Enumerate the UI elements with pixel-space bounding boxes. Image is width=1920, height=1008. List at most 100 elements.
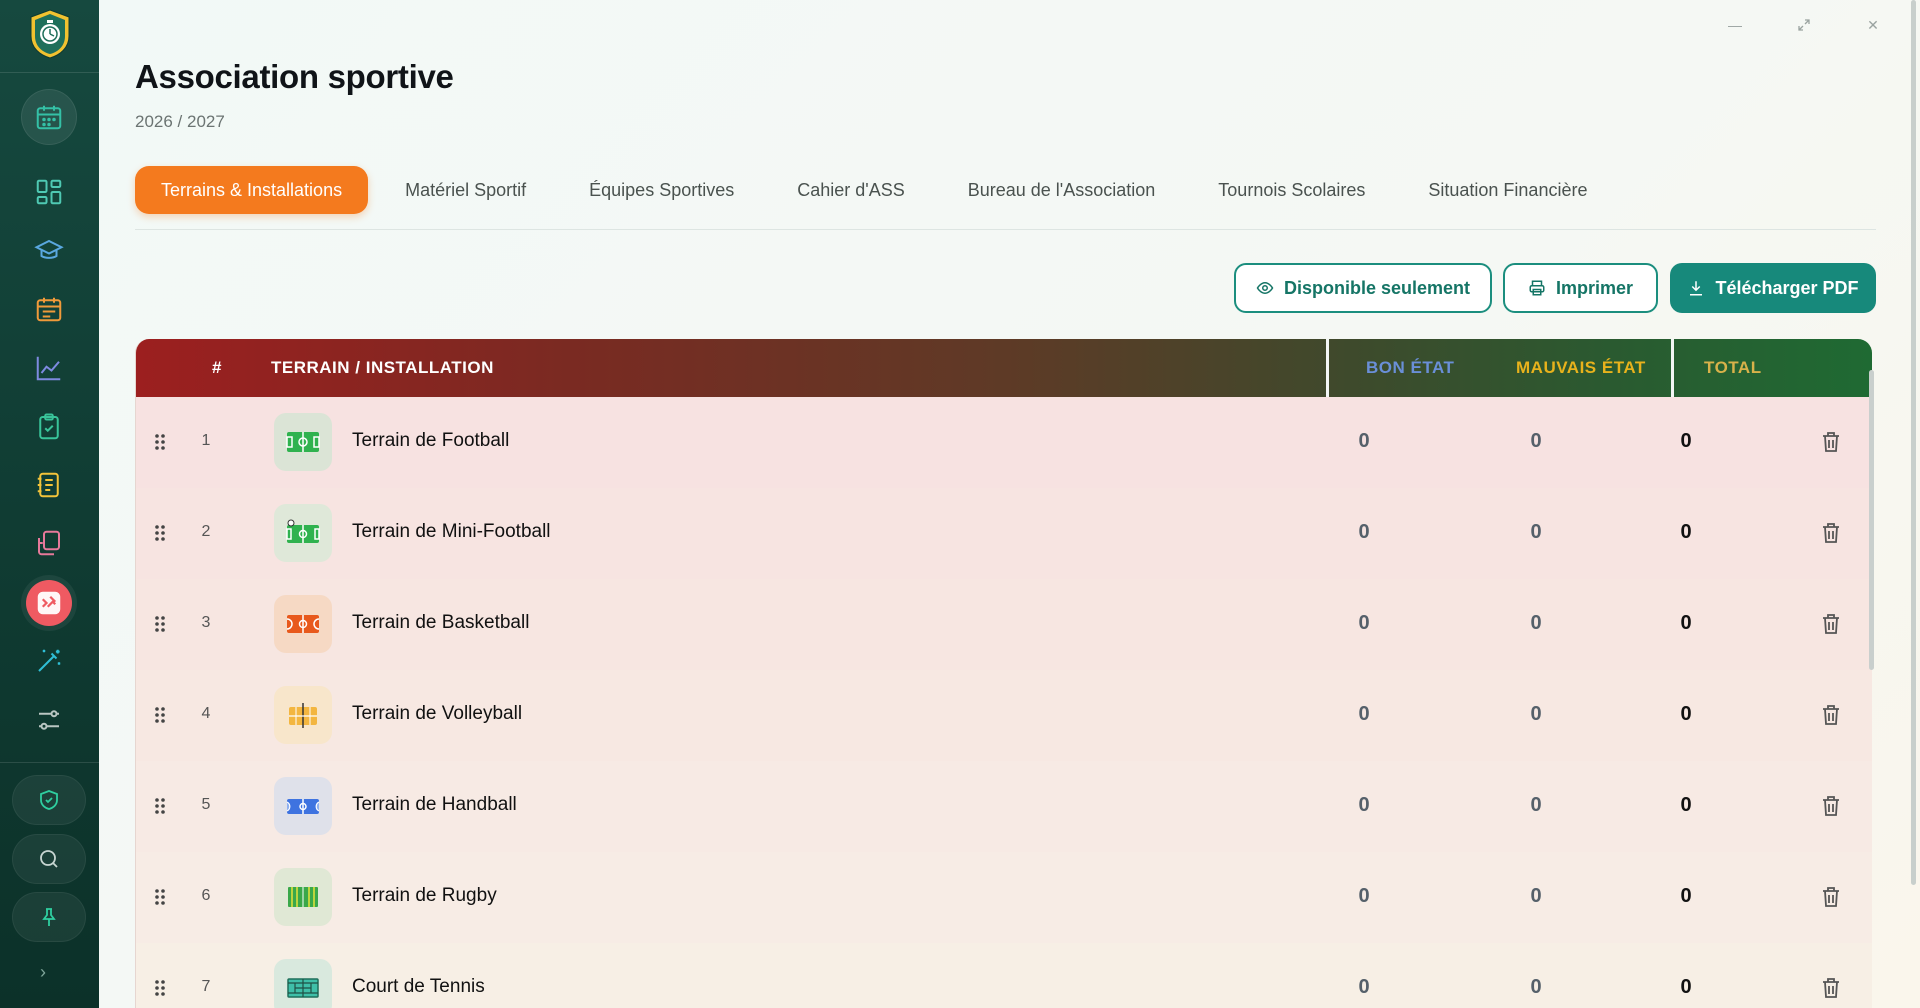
tab-terrains[interactable]: Terrains & Installations xyxy=(135,166,369,214)
drag-handle-icon[interactable] xyxy=(153,614,167,634)
col-num: # xyxy=(212,358,222,377)
mini-football-field-icon xyxy=(286,519,320,543)
trash-icon[interactable] xyxy=(1820,612,1842,636)
table-row: 1 Terrain de Football 0 0 0 xyxy=(136,397,1872,489)
table-row: 3 Terrain de Basketball 0 0 0 xyxy=(136,579,1872,671)
table-row: 2 Terrain de Mini-Football 0 0 0 xyxy=(136,488,1872,580)
volleyball-court-icon xyxy=(289,703,317,728)
trash-icon[interactable] xyxy=(1820,794,1842,818)
eye-icon xyxy=(1256,281,1274,295)
installation-name: Terrain de Mini-Football xyxy=(352,521,551,542)
table-row: 7 Court de Tennis 0 0 0 xyxy=(136,943,1872,1008)
close-button[interactable]: ✕ xyxy=(1859,14,1887,36)
sidebar-item-sports[interactable] xyxy=(27,581,71,625)
col-name: TERRAIN / INSTALLATION xyxy=(271,358,494,377)
sidebar-expand-chevron-icon[interactable]: › xyxy=(40,962,46,983)
row-icon-box xyxy=(274,868,332,926)
col-total: TOTAL xyxy=(1704,358,1762,377)
row-number: 2 xyxy=(201,523,211,540)
print-button[interactable]: Imprimer xyxy=(1503,263,1658,313)
handball-court-icon xyxy=(286,799,320,814)
row-number: 1 xyxy=(201,432,211,449)
trash-icon[interactable] xyxy=(1820,430,1842,454)
tab-bureau[interactable]: Bureau de l'Association xyxy=(942,166,1182,214)
sidebar-item-calendar[interactable] xyxy=(27,95,71,139)
row-icon-box xyxy=(274,959,332,1008)
magic-wand-icon xyxy=(38,649,61,672)
sidebar-item-settings[interactable] xyxy=(27,698,71,742)
drag-handle-icon[interactable] xyxy=(153,978,167,998)
trash-icon[interactable] xyxy=(1820,521,1842,545)
total-count: 0 xyxy=(1680,430,1692,452)
row-number: 7 xyxy=(201,978,211,995)
drag-handle-icon[interactable] xyxy=(153,523,167,543)
good-count: 0 xyxy=(1358,976,1370,998)
row-icon-box xyxy=(274,686,332,744)
calendar-list-icon xyxy=(36,297,62,322)
drag-handle-icon[interactable] xyxy=(153,705,167,725)
total-count: 0 xyxy=(1680,885,1692,907)
header-separator xyxy=(1671,339,1674,397)
tab-finances[interactable]: Situation Financière xyxy=(1402,166,1613,214)
installation-name: Terrain de Rugby xyxy=(352,885,497,906)
row-icon-box xyxy=(274,595,332,653)
sidebar-search-button[interactable] xyxy=(12,834,86,884)
drag-handle-icon[interactable] xyxy=(153,887,167,907)
minimize-button[interactable]: — xyxy=(1721,14,1749,36)
total-count: 0 xyxy=(1680,521,1692,543)
tennis-court-icon xyxy=(287,978,319,998)
tabs-divider xyxy=(135,229,1876,230)
print-label: Imprimer xyxy=(1555,277,1634,298)
table-scrollbar[interactable] xyxy=(1869,370,1874,670)
col-bad: MAUVAIS ÉTAT xyxy=(1516,358,1646,377)
pin-icon xyxy=(42,908,56,926)
page-scrollbar[interactable] xyxy=(1911,0,1916,885)
good-count: 0 xyxy=(1358,521,1370,543)
rugby-field-icon xyxy=(288,887,318,907)
drag-handle-icon[interactable] xyxy=(153,432,167,452)
available-only-button[interactable]: Disponible seulement xyxy=(1234,263,1492,313)
graduation-cap-icon xyxy=(34,239,64,259)
maximize-button[interactable] xyxy=(1790,14,1818,36)
tab-equipes[interactable]: Équipes Sportives xyxy=(563,166,760,214)
header-separator xyxy=(1326,339,1329,397)
good-count: 0 xyxy=(1358,612,1370,634)
tab-materiel[interactable]: Matériel Sportif xyxy=(379,166,552,214)
sidebar-security-button[interactable] xyxy=(12,775,86,825)
sidebar-pin-button[interactable] xyxy=(12,892,86,942)
row-icon-box xyxy=(274,504,332,562)
sidebar: › xyxy=(0,0,99,1008)
sidebar-item-magic[interactable] xyxy=(27,639,71,683)
school-year: 2026 / 2027 xyxy=(135,112,225,131)
basketball-court-icon xyxy=(286,615,320,633)
sidebar-item-stats[interactable] xyxy=(27,346,71,390)
row-icon-box xyxy=(274,777,332,835)
installation-name: Terrain de Basketball xyxy=(352,612,530,633)
page-title: Association sportive xyxy=(135,58,454,95)
row-number: 6 xyxy=(201,887,211,904)
sidebar-item-tasks[interactable] xyxy=(27,405,71,449)
trash-icon[interactable] xyxy=(1820,703,1842,727)
trash-icon[interactable] xyxy=(1820,976,1842,1000)
tab-bar: Terrains & Installations Matériel Sporti… xyxy=(135,166,1624,214)
sidebar-item-students[interactable] xyxy=(27,229,71,273)
drag-handle-icon[interactable] xyxy=(153,796,167,816)
bad-count: 0 xyxy=(1530,976,1542,998)
download-pdf-button[interactable]: Télécharger PDF xyxy=(1670,263,1876,313)
tab-tournois[interactable]: Tournois Scolaires xyxy=(1192,166,1391,214)
row-icon-box xyxy=(274,413,332,471)
sidebar-item-dashboard[interactable] xyxy=(27,170,71,214)
col-good: BON ÉTAT xyxy=(1366,358,1455,377)
table-header: # TERRAIN / INSTALLATION BON ÉTAT MAUVAI… xyxy=(136,339,1872,397)
sidebar-item-notebook[interactable] xyxy=(27,463,71,507)
maximize-icon xyxy=(1798,19,1810,31)
shield-check-icon xyxy=(40,790,58,810)
trash-icon[interactable] xyxy=(1820,885,1842,909)
sidebar-item-schedule[interactable] xyxy=(27,287,71,331)
tab-cahier[interactable]: Cahier d'ASS xyxy=(771,166,931,214)
search-icon xyxy=(40,850,58,868)
clipboard-check-icon xyxy=(39,413,59,440)
sidebar-item-documents[interactable] xyxy=(27,521,71,565)
line-chart-icon xyxy=(36,356,61,381)
bad-count: 0 xyxy=(1530,521,1542,543)
